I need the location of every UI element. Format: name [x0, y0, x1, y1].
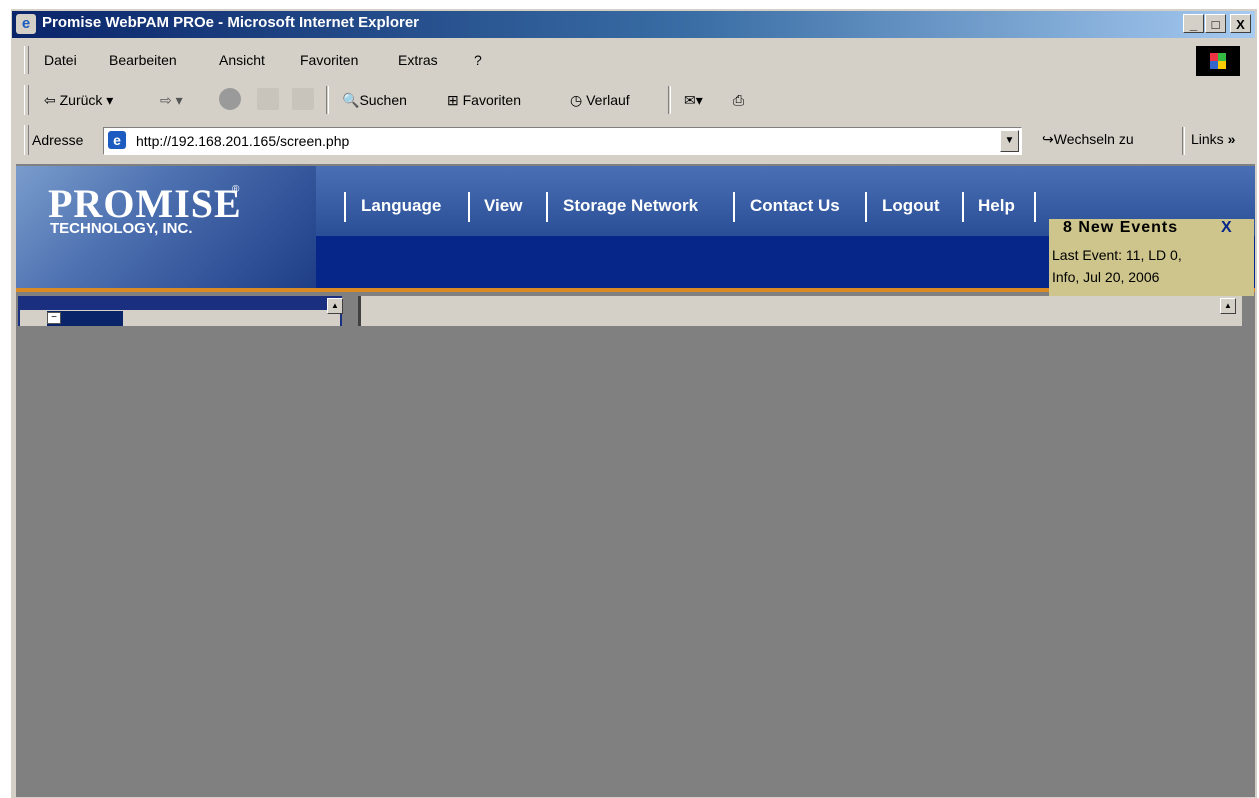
- event-popup-close-button[interactable]: X: [1221, 219, 1232, 237]
- links-button[interactable]: Links »: [1191, 131, 1235, 147]
- nav-separator: [962, 192, 964, 222]
- nav-language[interactable]: Language: [361, 196, 441, 216]
- registered-mark: ®: [232, 184, 240, 195]
- refresh-icon[interactable]: [257, 88, 279, 110]
- search-icon: 🔍: [342, 92, 360, 108]
- windows-logo-icon: [1194, 46, 1240, 76]
- nav-separator: [468, 192, 470, 222]
- nav-separator: [733, 192, 735, 222]
- back-label: Zurück: [59, 92, 103, 108]
- maximize-button[interactable]: □: [1205, 14, 1226, 33]
- favorites-label: Favoriten: [462, 92, 521, 108]
- toolbar-separator: [326, 86, 329, 114]
- links-label: Links: [1191, 131, 1224, 147]
- menu-favoriten[interactable]: Favoriten: [300, 52, 358, 68]
- event-popup-title[interactable]: 8 New Events: [1063, 219, 1178, 237]
- scroll-up-button[interactable]: ▲: [1220, 298, 1236, 314]
- window-title: Promise WebPAM PROe - Microsoft Internet…: [42, 14, 420, 31]
- menu-help[interactable]: ?: [474, 52, 482, 68]
- menubar-grip[interactable]: [24, 46, 29, 74]
- address-label: Adresse: [32, 132, 84, 148]
- menu-extras[interactable]: Extras: [398, 52, 438, 68]
- tree-collapse-icon[interactable]: −: [47, 312, 61, 324]
- search-button[interactable]: 🔍Suchen: [342, 92, 407, 109]
- go-label: Wechseln zu: [1053, 131, 1134, 147]
- back-button[interactable]: ⇦ Zurück ▾: [44, 92, 113, 109]
- mail-button[interactable]: ✉▾: [684, 92, 703, 109]
- history-button[interactable]: ◷ Verlauf: [570, 92, 630, 109]
- ie-icon: e: [16, 14, 36, 34]
- toolbar-grip[interactable]: [24, 85, 29, 115]
- toolbar-separator: [668, 86, 671, 114]
- address-url[interactable]: http://192.168.201.165/screen.php: [136, 133, 349, 149]
- favorites-button[interactable]: ⊞ Favoriten: [447, 92, 521, 109]
- nav-help[interactable]: Help: [978, 196, 1015, 216]
- chevron-right-icon: »: [1227, 131, 1236, 147]
- history-icon: ◷: [570, 92, 587, 108]
- scroll-up-button[interactable]: ▲: [327, 298, 343, 314]
- logo-subtitle: TECHNOLOGY, INC.: [50, 220, 193, 237]
- forward-button[interactable]: ⇨ ▾: [160, 92, 183, 109]
- nav-separator: [344, 192, 346, 222]
- page-icon: e: [108, 131, 126, 149]
- address-dropdown-button[interactable]: ▼: [1000, 130, 1019, 152]
- nav-separator: [1034, 192, 1036, 222]
- go-button[interactable]: ↪Wechseln zu: [1042, 131, 1134, 148]
- search-label: Suchen: [359, 92, 407, 108]
- history-label: Verlauf: [586, 92, 630, 108]
- favorites-icon: ⊞: [447, 92, 463, 108]
- nav-view[interactable]: View: [484, 196, 522, 216]
- event-popup-line: Info, Jul 20, 2006: [1052, 269, 1160, 285]
- addressbar-grip[interactable]: [24, 125, 29, 155]
- nav-contact-us[interactable]: Contact Us: [750, 196, 840, 216]
- menu-datei[interactable]: Datei: [44, 52, 77, 68]
- menu-bearbeiten[interactable]: Bearbeiten: [109, 52, 177, 68]
- minimize-button[interactable]: _: [1183, 14, 1204, 33]
- nav-storage-network[interactable]: Storage Network: [563, 196, 698, 216]
- print-icon: ⎙: [733, 92, 745, 108]
- main-frame: [358, 296, 1242, 326]
- addressbar-separator: [1182, 127, 1185, 155]
- menu-ansicht[interactable]: Ansicht: [219, 52, 265, 68]
- nav-separator: [546, 192, 548, 222]
- home-icon[interactable]: [292, 88, 314, 110]
- print-button[interactable]: ⎙: [733, 92, 744, 109]
- close-button[interactable]: X: [1230, 14, 1251, 33]
- nav-separator: [865, 192, 867, 222]
- nav-logout[interactable]: Logout: [882, 196, 940, 216]
- mail-icon: ✉▾: [684, 92, 703, 108]
- go-icon: ↪: [1042, 131, 1054, 147]
- stop-icon[interactable]: [219, 88, 241, 110]
- event-popup-line: Last Event: 11, LD 0,: [1052, 247, 1182, 263]
